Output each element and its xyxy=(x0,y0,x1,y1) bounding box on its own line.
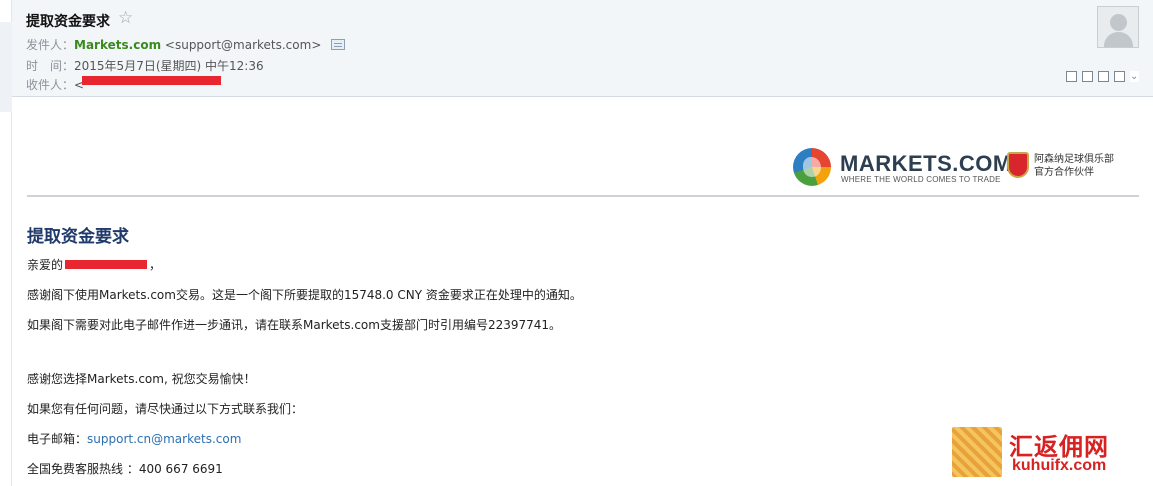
star-icon[interactable]: ☆ xyxy=(118,8,133,28)
divider xyxy=(27,195,1139,197)
body-line-1: 感谢阁下使用Markets.com交易。这是一个阁下所要提取的15748.0 C… xyxy=(27,288,582,302)
body-line-3: 感谢您选择Markets.com, 祝您交易愉快！ xyxy=(27,372,256,386)
avatar-icon[interactable] xyxy=(1097,6,1139,48)
left-edge-tab xyxy=(0,22,12,112)
globe-logo-icon xyxy=(793,148,831,186)
to-label: 收件人： xyxy=(26,78,75,92)
email-header: 提取资金要求 ☆ 发件人：Markets.com <support@market… xyxy=(12,0,1153,97)
compact-view-icon[interactable] xyxy=(1082,71,1093,82)
partner-line-2: 官方合作伙伴 xyxy=(1034,167,1094,178)
sender-name[interactable]: Markets.com xyxy=(74,38,161,52)
watermark-url: kuhuifx.com xyxy=(1012,457,1107,474)
hotline-value: 400 667 6691 xyxy=(138,462,223,476)
body-line-2: 如果阁下需要对此电子邮件作进一步通讯，请在联系Markets.com支援部门时引… xyxy=(27,318,562,332)
from-row: 发件人：Markets.com <support@markets.com> xyxy=(26,36,346,53)
time-row: 时 间：2015年5月7日(星期四) 中午12:36 xyxy=(26,57,264,74)
time-label: 时 间： xyxy=(26,59,75,73)
to-row: 收件人：< xyxy=(26,76,84,93)
hotline-contact: 全国免费客服热线 ：400 667 6691 xyxy=(27,460,223,477)
header-toolbar: ⌄ xyxy=(1066,71,1139,82)
watermark-logo-icon xyxy=(952,427,1002,477)
print-icon[interactable] xyxy=(1114,71,1125,82)
greeting: 亲爱的 ， xyxy=(27,256,161,273)
partner-text: 阿森纳足球俱乐部 官方合作伙伴 xyxy=(1034,153,1124,179)
vcard-icon[interactable] xyxy=(331,39,346,50)
attachment-icon[interactable] xyxy=(1098,71,1109,82)
markets-com-logo: MARKETS.COM WHERE THE WORLD COMES TO TRA… xyxy=(793,148,1123,188)
from-label: 发件人： xyxy=(26,38,75,52)
hotline-label: 全国免费客服热线 ： xyxy=(27,462,139,476)
body-line-4: 如果您有任何问题，请尽快通过以下方式联系我们： xyxy=(27,402,304,416)
recipient-redaction xyxy=(82,76,221,85)
greeting-suffix: ， xyxy=(149,258,162,272)
more-chevron-icon[interactable]: ⌄ xyxy=(1130,71,1139,82)
left-edge xyxy=(0,0,12,486)
greeting-prefix: 亲爱的 xyxy=(27,258,64,272)
body-title: 提取资金要求 xyxy=(27,227,129,247)
brand-name: MARKETS.COM xyxy=(840,151,1012,176)
email-contact: 电子邮箱：support.cn@markets.com xyxy=(27,430,241,447)
name-redaction xyxy=(65,260,148,269)
popout-icon[interactable] xyxy=(1066,71,1077,82)
time-value: 2015年5月7日(星期四) 中午12:36 xyxy=(74,59,264,73)
arsenal-crest-icon xyxy=(1007,152,1029,178)
email-subject: 提取资金要求 xyxy=(26,14,110,30)
watermark: 汇返佣网 kuhuifx.com xyxy=(952,427,1142,479)
partner-line-1: 阿森纳足球俱乐部 xyxy=(1034,154,1114,165)
email-label: 电子邮箱： xyxy=(27,432,88,446)
brand-tagline: WHERE THE WORLD COMES TO TRADE xyxy=(841,175,1001,184)
sender-address[interactable]: <support@markets.com> xyxy=(165,38,321,52)
email-link[interactable]: support.cn@markets.com xyxy=(87,432,241,446)
